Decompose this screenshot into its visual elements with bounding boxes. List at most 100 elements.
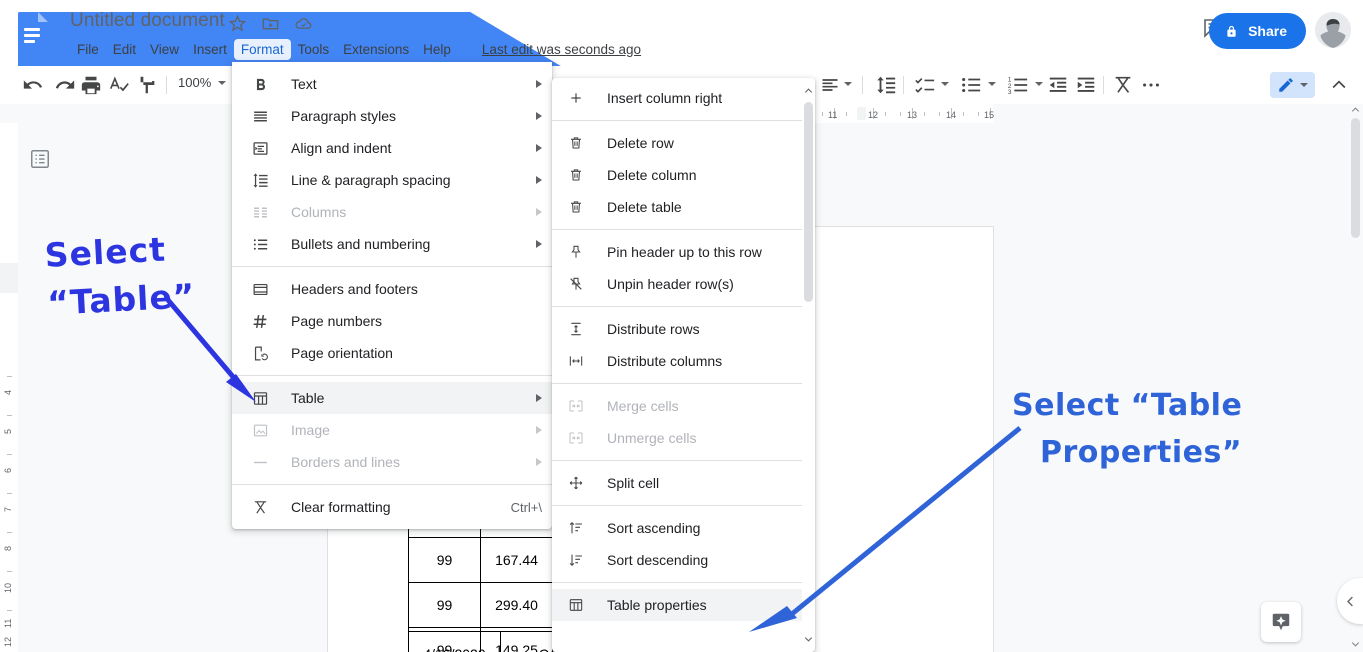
cell-unit[interactable]: 99 bbox=[408, 582, 481, 628]
last-edit-status[interactable]: Last edit was seconds ago bbox=[482, 42, 641, 57]
scrollbar-thumb[interactable] bbox=[1351, 118, 1360, 238]
submenu-item-unpin-header-rows[interactable]: Unpin header row(s) bbox=[552, 268, 802, 300]
increase-indent-icon[interactable] bbox=[1075, 74, 1097, 96]
checklist-chevron-down-icon[interactable] bbox=[941, 82, 949, 86]
submenu-label: Split cell bbox=[607, 475, 660, 491]
avatar-photo bbox=[1315, 12, 1351, 48]
format-menu-item-page-numbers[interactable]: Page numbers bbox=[232, 305, 552, 337]
submenu-label: Delete column bbox=[607, 167, 697, 183]
submenu-item-sort-ascending[interactable]: Sort ascending bbox=[552, 512, 802, 544]
cell-unit[interactable]: 99 bbox=[408, 537, 481, 583]
format-menu-item-paragraph-styles[interactable]: Paragraph styles bbox=[232, 100, 552, 132]
bulleted-chevron-down-icon[interactable] bbox=[988, 82, 996, 86]
collapse-toolbar-icon[interactable] bbox=[1329, 75, 1349, 95]
format-menu-item-bullets-and-numbering[interactable]: Bullets and numbering bbox=[232, 228, 552, 260]
redo-icon[interactable] bbox=[54, 74, 76, 96]
clear-formatting-icon[interactable] bbox=[1112, 74, 1134, 96]
bulleted-list-icon[interactable] bbox=[960, 74, 982, 96]
submenu-item-delete-table[interactable]: Delete table bbox=[552, 191, 802, 223]
submenu-item-insert-column-right[interactable]: Insert column right bbox=[552, 82, 802, 114]
align-chevron-down-icon[interactable] bbox=[844, 82, 852, 86]
zoom-control[interactable]: 100% bbox=[178, 75, 227, 90]
numbered-chevron-down-icon[interactable] bbox=[1035, 82, 1043, 86]
move-to-folder-icon[interactable] bbox=[261, 14, 280, 33]
format-menu-label: Columns bbox=[291, 204, 347, 220]
line-spacing-icon[interactable] bbox=[875, 74, 897, 96]
undo-icon[interactable] bbox=[22, 74, 44, 96]
format-menu-item-align-and-indent[interactable]: Align and indent bbox=[232, 132, 552, 164]
chevron-down-icon bbox=[218, 80, 227, 85]
menu-separator bbox=[552, 383, 802, 384]
paragraph-styles-icon bbox=[250, 106, 270, 126]
submenu-item-table-properties[interactable]: Table properties bbox=[552, 589, 802, 621]
scrollbar-thumb[interactable] bbox=[804, 102, 813, 302]
format-menu-item-headers-and-footers[interactable]: Headers and footers bbox=[232, 273, 552, 305]
vruler-tick-4: 4 bbox=[3, 389, 13, 395]
menu-extensions[interactable]: Extensions bbox=[336, 39, 416, 60]
ruler-tick-15: 15 bbox=[984, 110, 995, 120]
menu-format[interactable]: Format bbox=[233, 38, 291, 60]
numbered-list-icon[interactable]: 123 bbox=[1007, 74, 1029, 96]
scroll-down-icon[interactable] bbox=[1350, 638, 1361, 650]
bold-text-icon bbox=[250, 74, 270, 94]
scroll-down-icon[interactable] bbox=[803, 631, 814, 647]
cell-total[interactable]: 167.44 bbox=[480, 537, 553, 583]
submenu-item-sort-descending[interactable]: Sort descending bbox=[552, 544, 802, 576]
scroll-up-icon[interactable] bbox=[803, 83, 814, 99]
submenu-item-distribute-rows[interactable]: Distribute rows bbox=[552, 313, 802, 345]
spelling-check-icon[interactable] bbox=[108, 74, 130, 96]
decrease-indent-icon[interactable] bbox=[1047, 74, 1069, 96]
editing-mode-button[interactable] bbox=[1270, 72, 1315, 98]
star-icon[interactable] bbox=[228, 14, 247, 33]
document-title[interactable]: Untitled document bbox=[70, 10, 225, 32]
more-options-icon[interactable] bbox=[1140, 74, 1162, 96]
format-menu-item-table[interactable]: Table bbox=[232, 382, 552, 414]
format-menu-item-columns: Columns bbox=[232, 196, 552, 228]
ruler-tick-13: 13 bbox=[907, 110, 918, 120]
menu-view[interactable]: View bbox=[143, 39, 186, 60]
menu-edit[interactable]: Edit bbox=[106, 39, 143, 60]
cloud-saved-icon[interactable] bbox=[294, 14, 313, 33]
print-icon[interactable] bbox=[80, 74, 102, 96]
vertical-ruler[interactable]: 4 5 6 7 8 10 11 12 bbox=[0, 123, 18, 652]
format-menu-label: Page numbers bbox=[291, 313, 383, 329]
user-avatar[interactable] bbox=[1315, 12, 1351, 48]
submenu-item-pin-header-row[interactable]: Pin header up to this row bbox=[552, 236, 802, 268]
chevron-left-icon bbox=[1346, 596, 1353, 606]
submenu-label: Delete table bbox=[607, 199, 682, 215]
paint-format-icon[interactable] bbox=[136, 74, 158, 96]
submenu-item-delete-column[interactable]: Delete column bbox=[552, 159, 802, 191]
distribute-rows-icon bbox=[566, 319, 586, 339]
menu-insert[interactable]: Insert bbox=[186, 39, 234, 60]
format-menu-item-text[interactable]: Text bbox=[232, 68, 552, 100]
image-icon bbox=[250, 420, 270, 440]
cell-date[interactable]: 4/16/2020 bbox=[408, 631, 501, 652]
title-action-icons bbox=[228, 14, 313, 33]
align-icon[interactable] bbox=[820, 74, 840, 96]
menu-separator bbox=[232, 266, 552, 267]
submenu-item-split-cell[interactable]: Split cell bbox=[552, 467, 802, 499]
submenu-item-delete-row[interactable]: Delete row bbox=[552, 127, 802, 159]
menu-bar: File Edit View Insert Format Tools Exten… bbox=[70, 38, 641, 60]
explore-button[interactable] bbox=[1261, 602, 1301, 642]
submenu-scrollbar[interactable] bbox=[802, 78, 815, 652]
menu-separator bbox=[552, 505, 802, 506]
format-menu-item-line-paragraph-spacing[interactable]: Line & paragraph spacing bbox=[232, 164, 552, 196]
format-menu-item-page-orientation[interactable]: Page orientation bbox=[232, 337, 552, 369]
menu-file[interactable]: File bbox=[70, 39, 106, 60]
table-submenu[interactable]: Insert column right Delete row Delete co… bbox=[552, 78, 815, 652]
scroll-up-icon[interactable] bbox=[1350, 104, 1361, 116]
format-menu[interactable]: Text Paragraph styles Align and indent L… bbox=[232, 62, 552, 529]
menu-tools[interactable]: Tools bbox=[291, 39, 337, 60]
document-outline-icon[interactable] bbox=[29, 148, 51, 170]
indent-marker[interactable] bbox=[857, 107, 866, 120]
document-scrollbar[interactable] bbox=[1350, 104, 1361, 652]
submenu-item-distribute-columns[interactable]: Distribute columns bbox=[552, 345, 802, 377]
format-menu-item-clear-formatting[interactable]: Clear formatting Ctrl+\ bbox=[232, 491, 552, 523]
vruler-tick-7: 7 bbox=[3, 506, 13, 512]
ruler-tick-14: 14 bbox=[946, 110, 957, 120]
cell-total[interactable]: 299.40 bbox=[480, 582, 553, 628]
menu-help[interactable]: Help bbox=[416, 39, 458, 60]
share-button[interactable]: Share bbox=[1209, 13, 1306, 49]
checklist-icon[interactable] bbox=[914, 74, 936, 96]
